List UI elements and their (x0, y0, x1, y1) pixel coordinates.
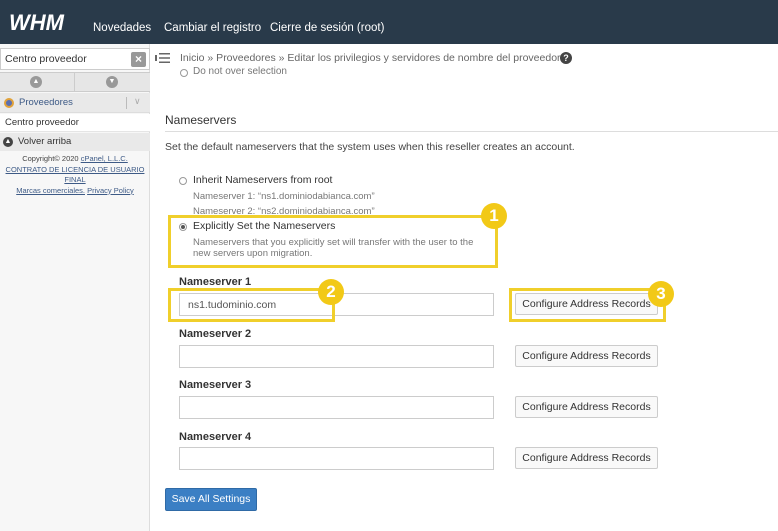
nameserver-4-label: Nameserver 4 (179, 431, 252, 443)
chevron-down-icon[interactable]: ▼ (106, 76, 118, 88)
annotation-badge-1: 1 (481, 203, 507, 229)
nav-change-log[interactable]: Cambiar el registro (164, 0, 261, 44)
cut-off-option-label: Do not over selection (193, 66, 287, 77)
sidebar-footer: Copyright© 2020 cPanel, L.L.C. CONTRATO … (0, 154, 150, 196)
privacy-link[interactable]: Privacy Policy (87, 186, 134, 195)
breadcrumb[interactable]: Inicio » Proveedores » Editar los privil… (180, 52, 561, 64)
nameserver-2-label: Nameserver 2 (179, 328, 252, 340)
highlight-box-configure-button (509, 288, 666, 322)
nav-novedades[interactable]: Novedades (93, 0, 151, 44)
cpanel-link[interactable]: cPanel, L.L.C. (81, 154, 128, 163)
configure-address-records-4-button[interactable]: Configure Address Records (515, 447, 658, 469)
configure-address-records-3-button[interactable]: Configure Address Records (515, 396, 658, 418)
section-title: Nameservers (165, 113, 237, 127)
sidebar-category-label: Proveedores (19, 97, 73, 108)
chevron-up-icon[interactable]: ▲ (30, 76, 42, 88)
annotation-badge-2: 2 (318, 279, 344, 305)
eula-link[interactable]: CONTRATO DE LICENCIA DE USUARIO FINAL (6, 165, 145, 185)
nameserver-4-input[interactable] (179, 447, 494, 470)
inherit-nameservers-label[interactable]: Inherit Nameservers from root (193, 174, 332, 186)
svg-text:WHM: WHM (9, 10, 65, 35)
arrow-up-icon: ▲ (3, 137, 13, 147)
menu-toggle-icon[interactable] (155, 52, 170, 64)
divider (126, 97, 127, 109)
annotation-badge-3: 3 (648, 281, 674, 307)
sidebar-search-input[interactable]: Centro proveedor (5, 53, 125, 65)
nameserver-2-input[interactable] (179, 345, 494, 368)
chevron-down-icon[interactable]: ∨ (134, 96, 141, 107)
top-bar: WHM Novedades Cambiar el registro Cierre… (0, 0, 778, 44)
nameserver-1-label: Nameserver 1 (179, 276, 252, 288)
highlight-box-nameserver-1 (168, 288, 335, 322)
whm-logo[interactable]: WHM (8, 9, 80, 35)
inherit-ns1-text: Nameserver 1: “ns1.dominiodabianca.com” (193, 191, 375, 202)
sidebar-search: Centro proveedor × (0, 48, 150, 70)
configure-address-records-2-button[interactable]: Configure Address Records (515, 345, 658, 367)
section-description: Set the default nameservers that the sys… (165, 141, 575, 153)
clear-icon[interactable]: × (131, 52, 146, 67)
resellers-icon (4, 98, 14, 108)
highlight-box-explicit (168, 215, 498, 268)
nav-logout[interactable]: Cierre de sesión (root) (270, 0, 384, 44)
divider (165, 131, 778, 132)
help-icon[interactable]: ? (560, 52, 572, 64)
back-to-top-label: Volver arriba (18, 136, 72, 147)
sidebar: Centro proveedor × ▲ ▼ Proveedores ∨ Cen… (0, 44, 150, 531)
radio-cut-off[interactable] (180, 69, 188, 77)
radio-inherit-nameservers[interactable] (179, 177, 187, 185)
copyright: Copyright© 2020 (22, 154, 79, 163)
sidebar-item-label: Centro proveedor (5, 117, 79, 128)
sidebar-item-reseller-center[interactable]: Centro proveedor (0, 114, 150, 132)
trademarks-link[interactable]: Marcas comerciales. (16, 186, 85, 195)
back-to-top[interactable]: ▲ Volver arriba (0, 133, 150, 151)
nameserver-3-input[interactable] (179, 396, 494, 419)
save-all-settings-button[interactable]: Save All Settings (165, 488, 257, 511)
sidebar-category-resellers[interactable]: Proveedores ∨ (0, 93, 150, 113)
whm-logo-mark: WHM (9, 10, 65, 35)
sidebar-scroll-controls: ▲ ▼ (0, 72, 150, 92)
divider (74, 73, 75, 91)
nameserver-3-label: Nameserver 3 (179, 379, 252, 391)
